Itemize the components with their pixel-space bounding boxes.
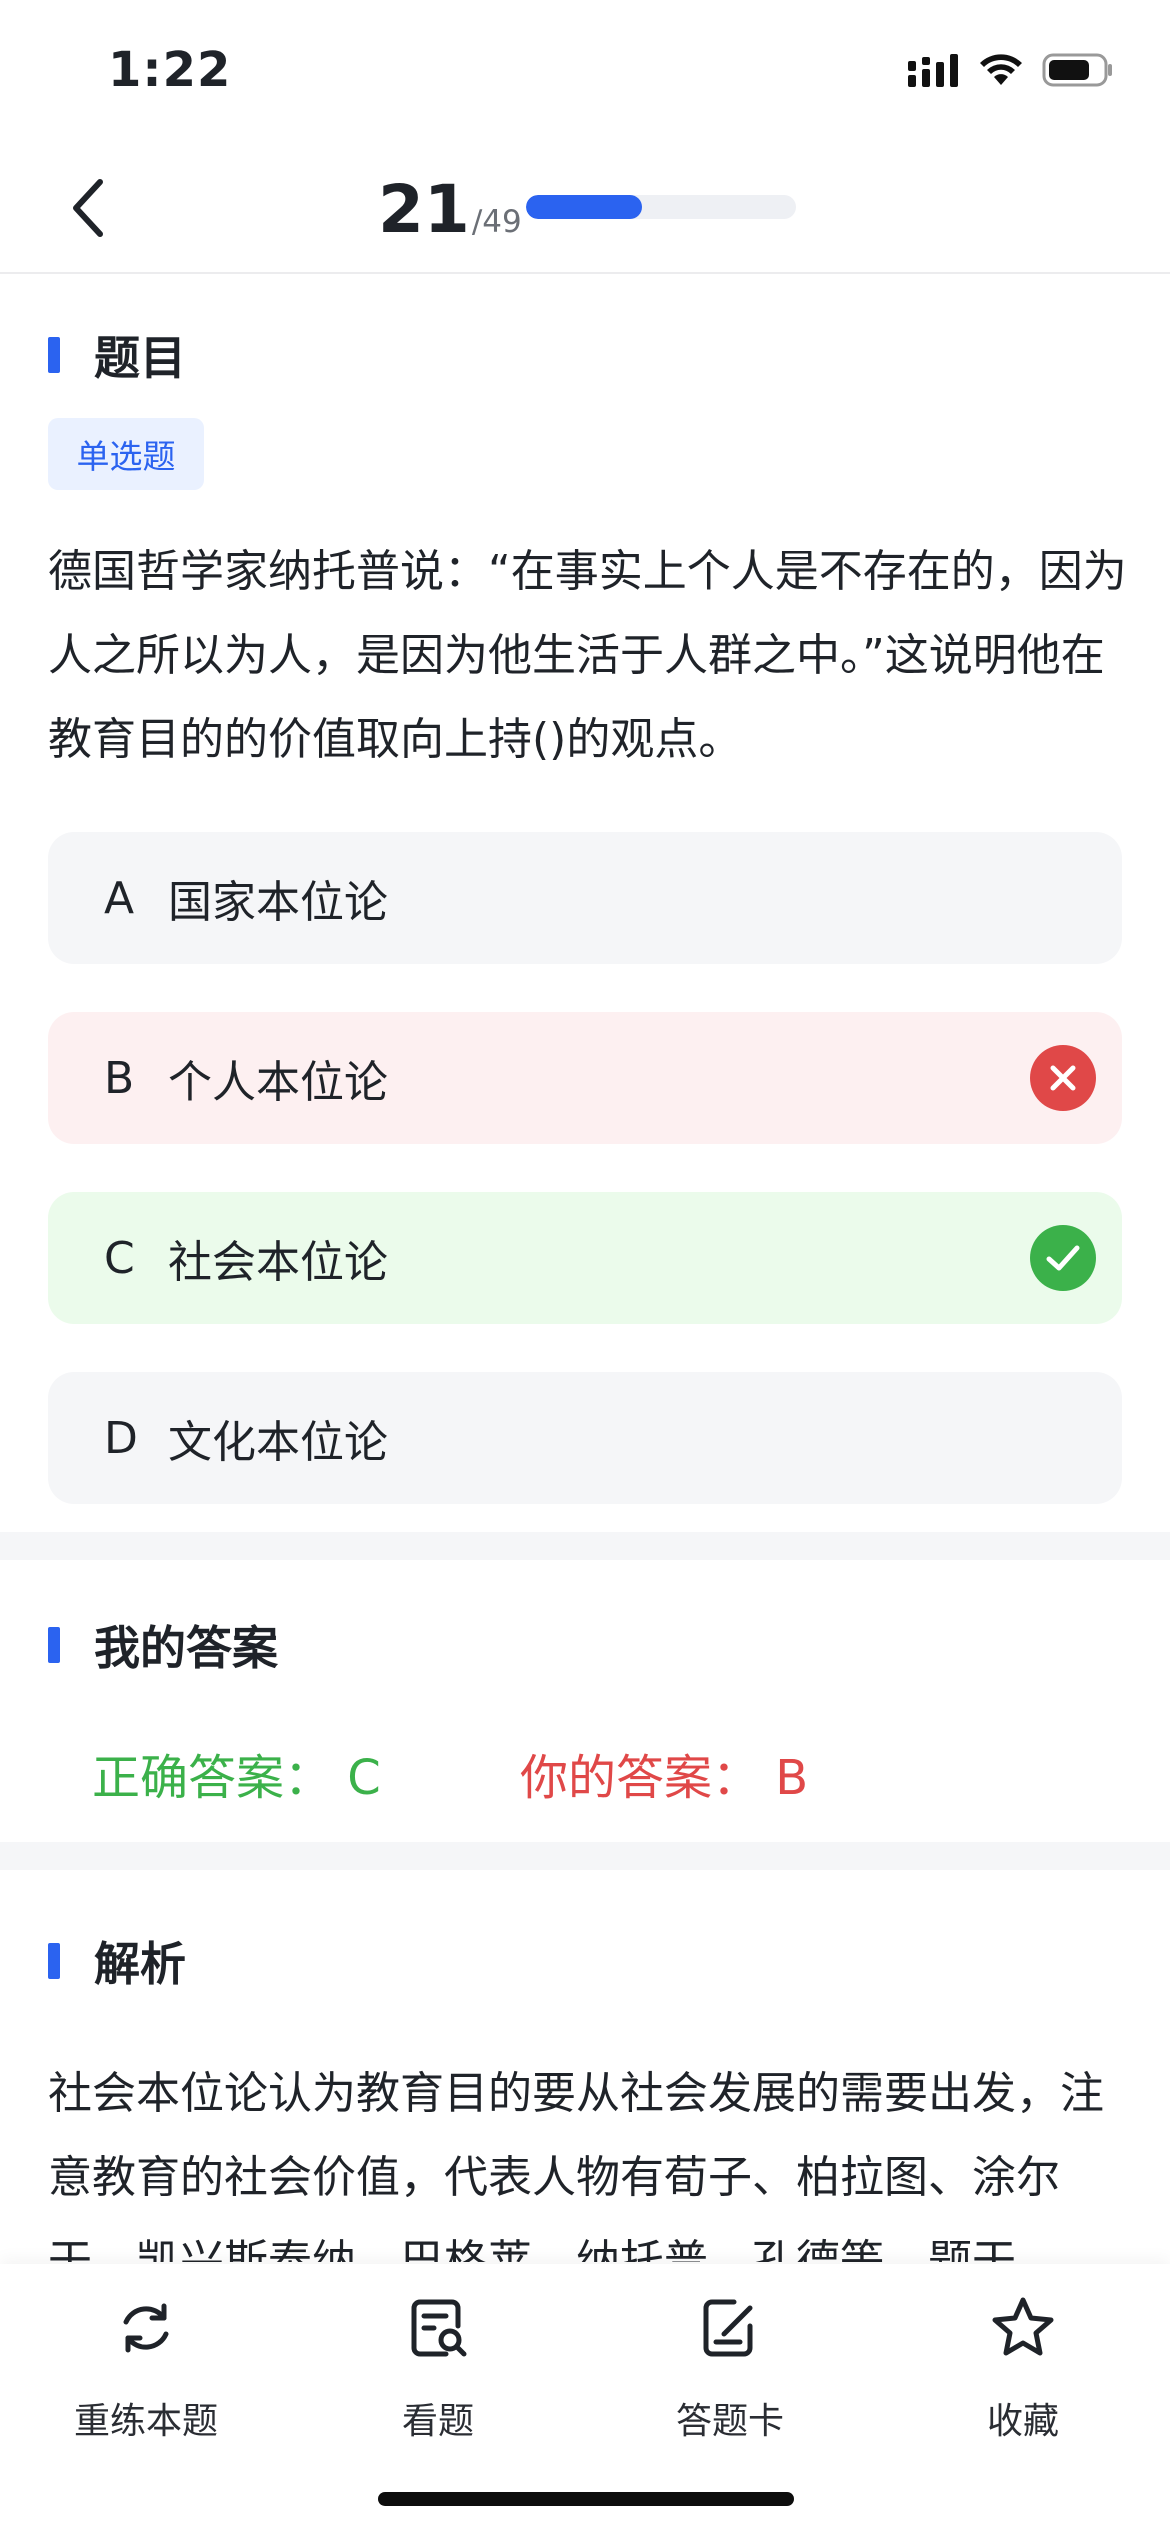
tool-label: 答题卡	[675, 2401, 784, 2442]
option-letter: D	[104, 1412, 138, 1464]
total-questions: /49	[471, 204, 522, 240]
option-text: 个人本位论	[168, 1057, 388, 1108]
option-a[interactable]: A 国家本位论	[48, 832, 1122, 964]
my-answer-section-header: 我的答案	[48, 1612, 278, 1678]
progress-fill	[526, 195, 643, 219]
section-accent-bar	[48, 1627, 60, 1663]
analysis-section-header: 解析	[48, 1928, 186, 1994]
answer-card-button[interactable]: 答题卡	[620, 2292, 840, 2444]
option-letter: B	[104, 1052, 135, 1104]
star-icon	[987, 2292, 1059, 2364]
option-letter: C	[104, 1232, 135, 1284]
back-button[interactable]	[52, 174, 124, 246]
favorite-button[interactable]: 收藏	[913, 2292, 1133, 2444]
home-indicator[interactable]	[378, 2492, 794, 2506]
question-type-badge: 单选题	[48, 418, 204, 490]
status-icons	[908, 52, 1114, 88]
view-question-icon	[402, 2292, 474, 2364]
view-question-button[interactable]: 看题	[328, 2292, 548, 2444]
header: 21 /49	[0, 150, 1170, 274]
option-c[interactable]: C 社会本位论	[48, 1192, 1122, 1324]
wrong-mark-icon	[1030, 1045, 1096, 1111]
signal-icon	[908, 53, 960, 87]
option-d[interactable]: D 文化本位论	[48, 1372, 1122, 1504]
chevron-left-icon	[68, 178, 108, 242]
correct-check-icon	[1030, 1225, 1096, 1291]
option-text: 文化本位论	[168, 1417, 388, 1468]
progress-bar	[526, 195, 796, 219]
option-text: 国家本位论	[168, 877, 388, 928]
section-accent-bar	[48, 1943, 60, 1979]
section-divider	[0, 1532, 1170, 1560]
retry-question-button[interactable]: 重练本题	[36, 2292, 256, 2444]
question-review-screen: 1:22 21 /49 题目 单选题 德国哲学家纳托普说：“在事实上个人是不存在…	[0, 0, 1170, 2532]
refresh-icon	[110, 2292, 182, 2364]
wifi-icon	[978, 53, 1024, 87]
section-divider	[0, 1842, 1170, 1870]
tool-label: 重练本题	[73, 2401, 218, 2442]
section-accent-bar	[48, 337, 60, 373]
question-text: 德国哲学家纳托普说：“在事实上个人是不存在的，因为人之所以为人，是因为他生活于人…	[48, 546, 1127, 765]
battery-icon	[1042, 52, 1114, 88]
option-b[interactable]: B 个人本位论	[48, 1012, 1122, 1144]
status-time: 1:22	[108, 42, 232, 98]
status-bar: 1:22	[0, 0, 1170, 150]
answer-summary: 正确答案： C 你的答案： B	[92, 1738, 808, 1808]
tool-label: 收藏	[986, 2401, 1059, 2442]
answer-card-icon	[694, 2292, 766, 2364]
your-answer: 你的答案： B	[520, 1750, 809, 1806]
question-section-title: 题目	[94, 331, 186, 385]
question-section-header: 题目	[48, 322, 186, 388]
my-answer-section-title: 我的答案	[94, 1621, 278, 1675]
tool-label: 看题	[401, 2401, 474, 2442]
option-letter: A	[104, 872, 135, 924]
analysis-text: 社会本位论认为教育目的要从社会发展的需要出发，注意教育的社会价值，代表人物有荀子…	[48, 2068, 1104, 2262]
option-text: 社会本位论	[168, 1237, 388, 1288]
question-counter: 21 /49	[378, 172, 522, 248]
current-question-number: 21	[378, 171, 470, 248]
correct-answer: 正确答案： C	[92, 1750, 381, 1806]
analysis-section-title: 解析	[94, 1937, 186, 1991]
